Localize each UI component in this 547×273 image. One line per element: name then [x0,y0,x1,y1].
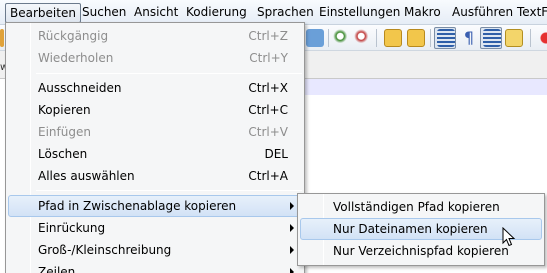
menu-item-label: Nur Dateinamen kopieren [333,222,488,236]
replace-icon[interactable] [306,29,324,47]
menu-item-delete[interactable]: Löschen DEL [8,143,302,165]
menu-item-label: Wiederholen [38,51,114,65]
menu-item-shortcut: Ctrl+Y [249,51,288,65]
menu-item-undo[interactable]: Rückgängig Ctrl+Z [8,25,302,47]
menu-item-label: Nur Verzeichnispfad kopieren [333,244,509,258]
menu-item-shortcut: DEL [264,147,288,161]
menu-item-label: Alles auswählen [38,169,135,183]
mouse-pointer-icon [502,227,516,247]
menu-item-label: Ausschneiden [38,81,122,95]
submenu-item-full-path[interactable]: Vollständigen Pfad kopieren [300,196,542,218]
menu-ausfuehren[interactable]: Ausführen [448,3,517,23]
toolbar-separator [530,29,531,47]
menu-textfx[interactable]: TextF [513,3,547,23]
submenu-arrow-icon [290,268,294,273]
menu-item-label: Pfad in Zwischenablage kopieren [38,199,237,213]
menu-item-cut[interactable]: Ausschneiden Ctrl+X [8,77,302,99]
doc-map-icon[interactable] [505,29,523,47]
submenu-arrow-icon [290,246,294,254]
zoom-out-icon[interactable] [354,29,372,47]
menu-item-select-all[interactable]: Alles auswählen Ctrl+A [8,165,302,187]
record-macro-icon[interactable] [537,29,547,47]
menu-item-shortcut: Ctrl+C [248,103,288,117]
menu-bearbeiten[interactable]: Bearbeiten [5,3,81,23]
menu-item-label: Kopieren [38,103,91,117]
indent-guide-icon [483,29,501,47]
toolbar-edge-icon [0,29,4,47]
toolbar-separator [328,29,329,47]
menu-item-shortcut: Ctrl+V [248,125,288,139]
menu-item-copy-path[interactable]: Pfad in Zwischenablage kopieren [8,195,302,217]
menu-item-redo[interactable]: Wiederholen Ctrl+Y [8,47,302,69]
menu-separator [36,73,302,74]
menu-item-case[interactable]: Groß-/Kleinschreibung [8,239,302,261]
menu-item-lines[interactable]: Zeilen [8,261,302,273]
menu-suchen[interactable]: Suchen [78,3,130,23]
submenu-arrow-icon [290,224,294,232]
sync-horizontal-icon[interactable] [407,29,425,47]
sync-vertical-icon[interactable] [384,29,402,47]
menu-kodierung[interactable]: Kodierung [182,3,251,23]
current-line-highlight [296,79,547,95]
menu-separator [36,190,302,191]
edit-menu: Rückgängig Ctrl+Z Wiederholen Ctrl+Y Aus… [5,22,305,273]
menu-einstellungen[interactable]: Einstellungen [315,3,404,23]
menu-item-label: Einrückung [38,221,106,235]
zoom-in-icon[interactable] [333,29,351,47]
menu-item-copy[interactable]: Kopieren Ctrl+C [8,99,302,121]
word-wrap-icon [437,29,455,47]
submenu-arrow-icon [290,202,294,210]
menu-item-label: Zeilen [38,265,76,273]
menu-sprachen[interactable]: Sprachen [253,3,318,23]
menu-item-shortcut: Ctrl+X [248,81,288,95]
menu-item-label: Rückgängig [38,29,109,43]
pilcrow-icon[interactable]: ¶ [460,29,478,47]
menu-item-shortcut: Ctrl+A [248,169,288,183]
menu-makro[interactable]: Makro [400,3,445,23]
menu-ansicht[interactable]: Ansicht [130,3,182,23]
menu-item-shortcut: Ctrl+Z [248,29,288,43]
menu-item-label: Groß-/Kleinschreibung [38,243,172,257]
menu-item-indent[interactable]: Einrückung [8,217,302,239]
menu-item-label: Vollständigen Pfad kopieren [333,200,500,214]
menu-item-paste[interactable]: Einfügen Ctrl+V [8,121,302,143]
toolbar-separator [430,29,431,47]
menu-item-label: Einfügen [38,125,91,139]
menu-item-label: Löschen [38,147,88,161]
toolbar-separator [376,29,377,47]
